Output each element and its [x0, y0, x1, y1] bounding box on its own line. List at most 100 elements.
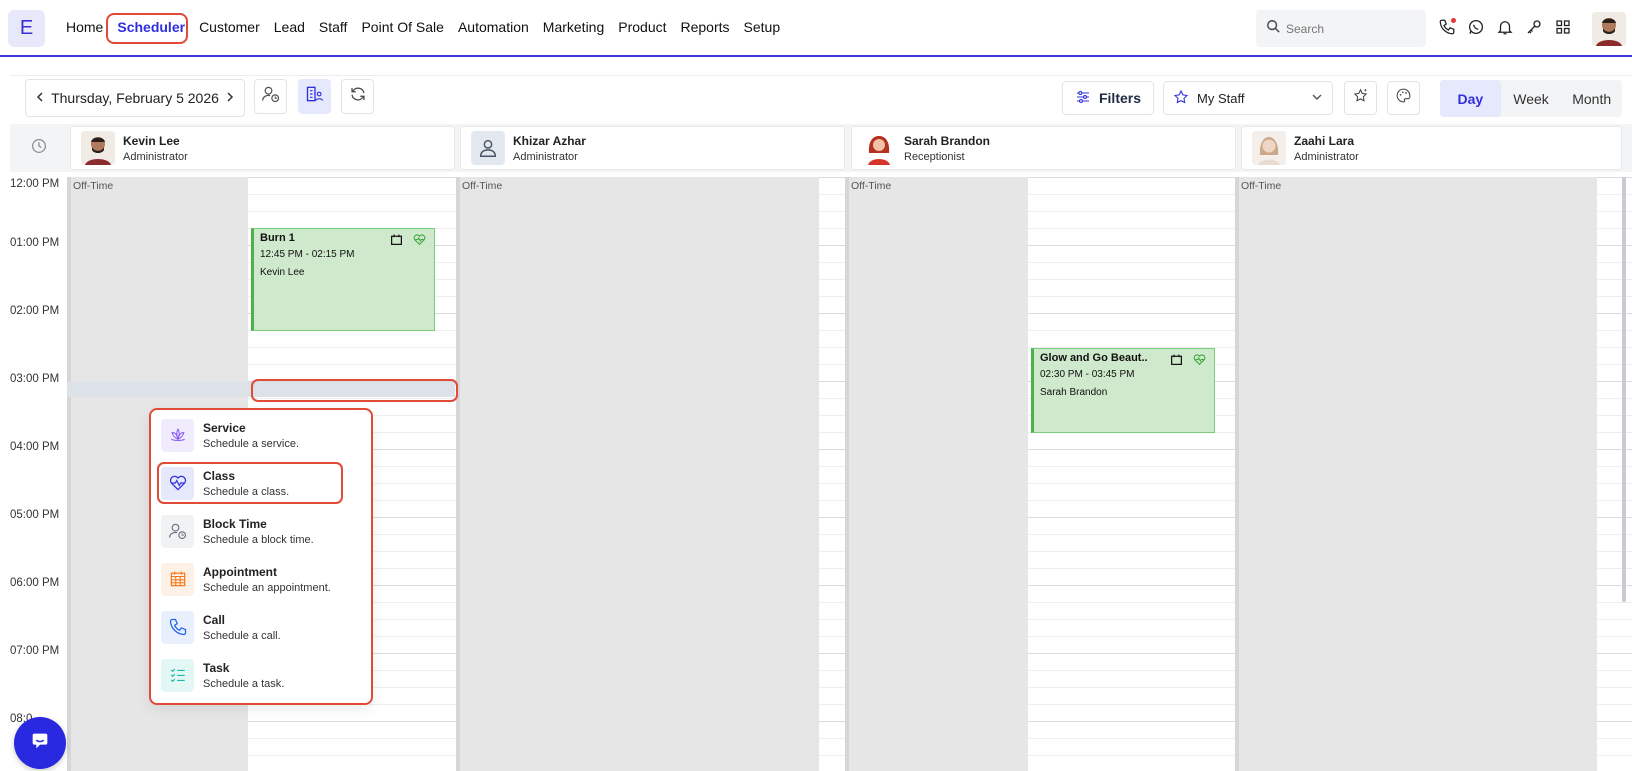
location-view-button[interactable] — [298, 79, 331, 114]
calendar-grid-icon — [161, 562, 194, 596]
scheduler-highlight-ring — [106, 13, 188, 44]
nav-reports[interactable]: Reports — [674, 14, 737, 40]
off-time-label: Off-Time — [851, 180, 892, 192]
nav-product[interactable]: Product — [611, 14, 673, 40]
staff-select-value: My Staff — [1197, 90, 1245, 106]
whatsapp-icon[interactable] — [1466, 16, 1486, 38]
tab-month[interactable]: Month — [1561, 80, 1622, 117]
app-logo[interactable]: E — [8, 10, 45, 47]
menu-item-task[interactable]: Task Schedule a task. — [161, 657, 284, 693]
menu-item-desc: Schedule a service. — [203, 437, 299, 450]
time-label: 03:00 PM — [10, 373, 60, 385]
off-time-label: Off-Time — [462, 180, 503, 192]
staff-card-sarah-brandon[interactable]: Sarah Brandon Receptionist — [851, 126, 1236, 170]
off-time-block: Off-Time — [845, 177, 1028, 771]
palette-icon — [1395, 87, 1412, 109]
time-label: 06:00 PM — [10, 577, 60, 589]
date-navigator: Thursday, February 5 2026 — [25, 79, 245, 117]
nav-home[interactable]: Home — [59, 14, 110, 40]
event-card-burn-1[interactable]: Burn 1 12:45 PM - 02:15 PM Kevin Lee — [251, 228, 435, 331]
nav-lead[interactable]: Lead — [267, 14, 312, 40]
menu-item-call[interactable]: Call Schedule a call. — [161, 609, 281, 645]
off-time-block: Off-Time — [1235, 177, 1597, 771]
current-date[interactable]: Thursday, February 5 2026 — [51, 90, 219, 106]
menu-item-label: Block Time — [203, 516, 267, 531]
tab-week[interactable]: Week — [1501, 80, 1562, 117]
global-search[interactable] — [1256, 10, 1426, 47]
refresh-icon — [349, 85, 367, 108]
menu-item-service[interactable]: Service Schedule a service. — [161, 417, 299, 453]
time-column-header — [10, 124, 67, 172]
staff-avatar-placeholder — [471, 131, 505, 165]
bell-icon[interactable] — [1495, 16, 1515, 38]
search-input[interactable] — [1286, 21, 1416, 36]
event-icons — [1170, 353, 1206, 371]
menu-item-label: Task — [203, 660, 230, 675]
event-card-glow-and-go[interactable]: Glow and Go Beaut.. 02:30 PM - 03:45 PM … — [1031, 348, 1215, 433]
filters-button[interactable]: Filters — [1062, 81, 1154, 115]
nav-marketing[interactable]: Marketing — [536, 14, 611, 40]
staff-card-khizar-azhar[interactable]: Khizar Azhar Administrator — [460, 126, 845, 170]
staff-role: Administrator — [513, 150, 578, 163]
menu-item-appointment[interactable]: Appointment Schedule an appointment. — [161, 561, 331, 597]
off-time-block: Off-Time — [456, 177, 819, 771]
calendar-repeat-icon — [1170, 353, 1183, 371]
sliders-icon — [1075, 89, 1091, 108]
column-divider — [845, 177, 849, 771]
chat-support-button[interactable] — [14, 717, 66, 769]
event-staff: Sarah Brandon — [1040, 387, 1108, 398]
apps-grid-icon[interactable] — [1553, 16, 1573, 38]
nav-customer[interactable]: Customer — [192, 14, 267, 40]
heartbeat-icon — [1193, 353, 1206, 371]
top-actions — [1437, 16, 1573, 38]
filters-label: Filters — [1098, 90, 1141, 106]
create-event-menu: Service Schedule a service. Class Schedule… — [149, 408, 373, 705]
nav-setup[interactable]: Setup — [737, 14, 788, 40]
staff-schedule-button[interactable] — [254, 79, 287, 114]
calendar-repeat-icon — [390, 233, 403, 251]
grid-scrollbar[interactable] — [1622, 177, 1626, 602]
staff-avatar — [81, 131, 115, 165]
notification-dot — [1451, 18, 1456, 23]
building-icon — [305, 84, 325, 109]
lotus-icon — [161, 418, 194, 452]
selected-slot-highlight-ring — [251, 379, 458, 402]
clock-icon — [30, 137, 48, 160]
staff-role: Administrator — [1294, 150, 1359, 163]
column-divider — [1235, 177, 1239, 771]
nav-automation[interactable]: Automation — [451, 14, 536, 40]
sparkle-button[interactable] — [1344, 81, 1377, 115]
phone-call-icon[interactable] — [1437, 16, 1457, 38]
view-switcher: Day Week Month — [1440, 80, 1622, 117]
heartbeat-icon — [413, 233, 426, 251]
menu-item-block-time[interactable]: Block Time Schedule a block time. — [161, 513, 314, 549]
menu-item-desc: Schedule a task. — [203, 677, 285, 690]
staff-name: Kevin Lee — [123, 133, 180, 148]
theme-button[interactable] — [1387, 81, 1420, 115]
nav-staff[interactable]: Staff — [312, 14, 355, 40]
time-label: 12:00 PM — [10, 178, 60, 190]
staff-card-kevin-lee[interactable]: Kevin Lee Administrator — [70, 126, 455, 170]
user-clock-icon — [161, 514, 194, 548]
user-clock-icon — [261, 84, 281, 109]
checklist-icon — [161, 658, 194, 692]
sparkle-star-icon — [1352, 87, 1369, 109]
staff-card-zaahi-lara[interactable]: Zaahi Lara Administrator — [1241, 126, 1622, 170]
phone-icon — [161, 610, 194, 644]
menu-item-label: Call — [203, 612, 226, 627]
staff-select[interactable]: My Staff — [1163, 81, 1333, 115]
staff-role: Administrator — [123, 150, 188, 163]
time-axis: 12:00 PM 01:00 PM 02:00 PM 03:00 PM 04:0… — [10, 176, 66, 771]
key-icon[interactable] — [1524, 16, 1544, 38]
chevron-left-icon[interactable] — [34, 90, 46, 106]
star-icon — [1173, 89, 1189, 108]
nav-point-of-sale[interactable]: Point Of Sale — [354, 14, 451, 40]
event-icons — [390, 233, 426, 251]
chat-bubble-icon — [29, 730, 51, 757]
time-label: 01:00 PM — [10, 237, 60, 249]
refresh-button[interactable] — [341, 79, 374, 114]
chevron-right-icon[interactable] — [224, 90, 236, 106]
user-avatar[interactable] — [1592, 12, 1626, 46]
tab-day[interactable]: Day — [1440, 80, 1501, 117]
menu-item-desc: Schedule a block time. — [203, 533, 314, 546]
